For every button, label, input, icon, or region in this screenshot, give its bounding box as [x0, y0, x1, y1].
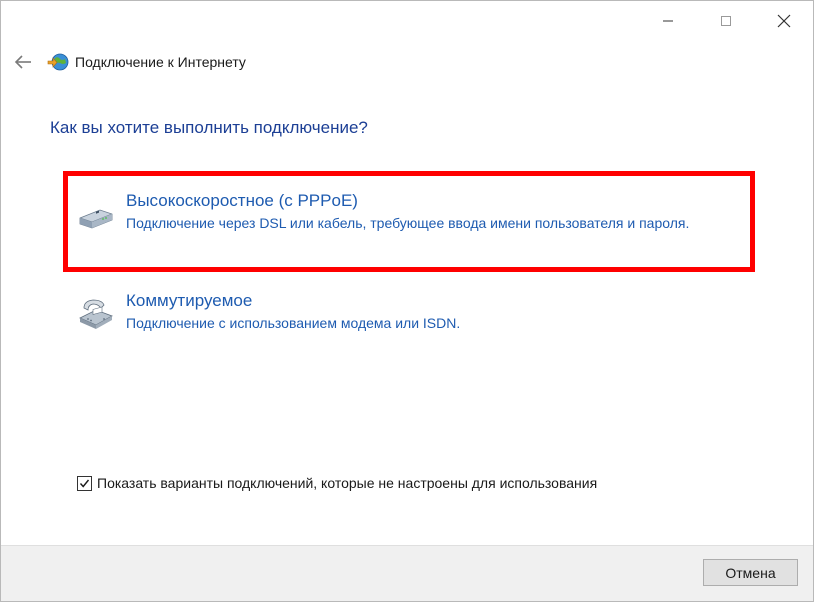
back-arrow-icon — [14, 55, 31, 69]
minimize-button[interactable] — [639, 1, 697, 41]
option-pppoe-text: Высокоскоростное (с PPPoE) Подключение ч… — [126, 190, 689, 267]
dialog-window: Подключение к Интернету Как вы хотите вы… — [0, 0, 814, 602]
checkmark-icon — [79, 479, 90, 488]
option-dialup-title: Коммутируемое — [126, 291, 253, 310]
show-unconfigured-checkbox[interactable] — [77, 475, 92, 491]
show-unconfigured-row[interactable]: Показать варианты подключений, которые н… — [77, 475, 597, 491]
option-dialup[interactable]: Коммутируемое Подключение с использовани… — [63, 286, 755, 346]
maximize-icon — [721, 16, 731, 26]
modem-icon — [79, 209, 113, 229]
maximize-button[interactable] — [697, 1, 755, 41]
option-dialup-description: Подключение с использованием модема или … — [126, 315, 461, 331]
dialog-header: Подключение к Интернету — [11, 48, 246, 76]
page-title: Как вы хотите выполнить подключение? — [50, 118, 368, 137]
option-pppoe-title: Высокоскоростное (с PPPoE) — [126, 191, 358, 210]
window-title: Подключение к Интернету — [75, 54, 246, 70]
close-icon — [777, 14, 791, 28]
dialog-footer: Отмена — [1, 545, 813, 601]
phone-icon — [79, 299, 113, 329]
option-pppoe-description: Подключение через DSL или кабель, требую… — [126, 215, 690, 231]
minimize-icon — [663, 20, 673, 22]
option-pppoe[interactable]: Высокоскоростное (с PPPoE) Подключение ч… — [63, 171, 755, 272]
option-dialup-text: Коммутируемое Подключение с использовани… — [126, 290, 460, 346]
show-unconfigured-label: Показать варианты подключений, которые н… — [97, 475, 598, 491]
internet-connection-icon — [47, 53, 69, 71]
close-button[interactable] — [755, 1, 813, 41]
cancel-button[interactable]: Отмена — [703, 559, 798, 586]
caption-buttons — [639, 1, 813, 41]
back-button[interactable] — [11, 50, 35, 74]
